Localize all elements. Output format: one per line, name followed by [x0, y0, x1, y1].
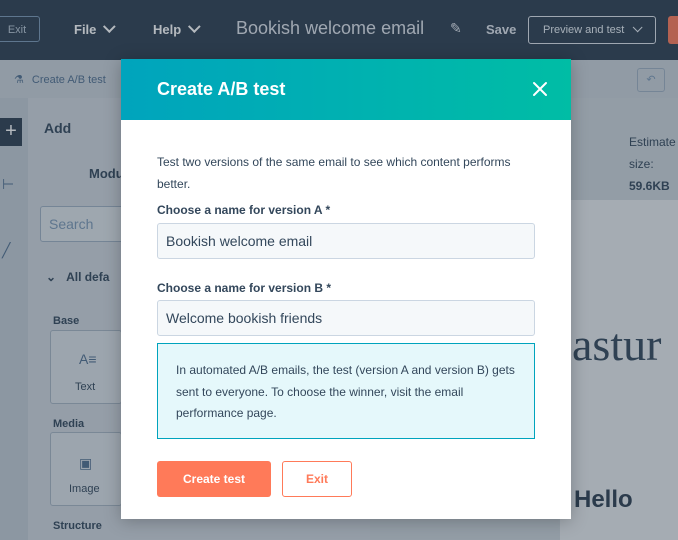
- close-icon[interactable]: [531, 80, 549, 98]
- modal-title: Create A/B test: [157, 79, 286, 99]
- modal-description: Test two versions of the same email to s…: [157, 155, 511, 191]
- version-b-label: Choose a name for version B *: [157, 281, 332, 295]
- ab-test-modal: Create A/B test Test two versions of the…: [121, 59, 571, 519]
- version-a-input[interactable]: [157, 223, 535, 259]
- exit-button[interactable]: Exit: [282, 461, 352, 497]
- create-test-button[interactable]: Create test: [157, 461, 271, 497]
- version-a-label: Choose a name for version A *: [157, 203, 331, 217]
- version-b-input[interactable]: [157, 300, 535, 336]
- info-alert: In automated A/B emails, the test (versi…: [157, 343, 535, 439]
- modal-header: Create A/B test: [121, 59, 571, 120]
